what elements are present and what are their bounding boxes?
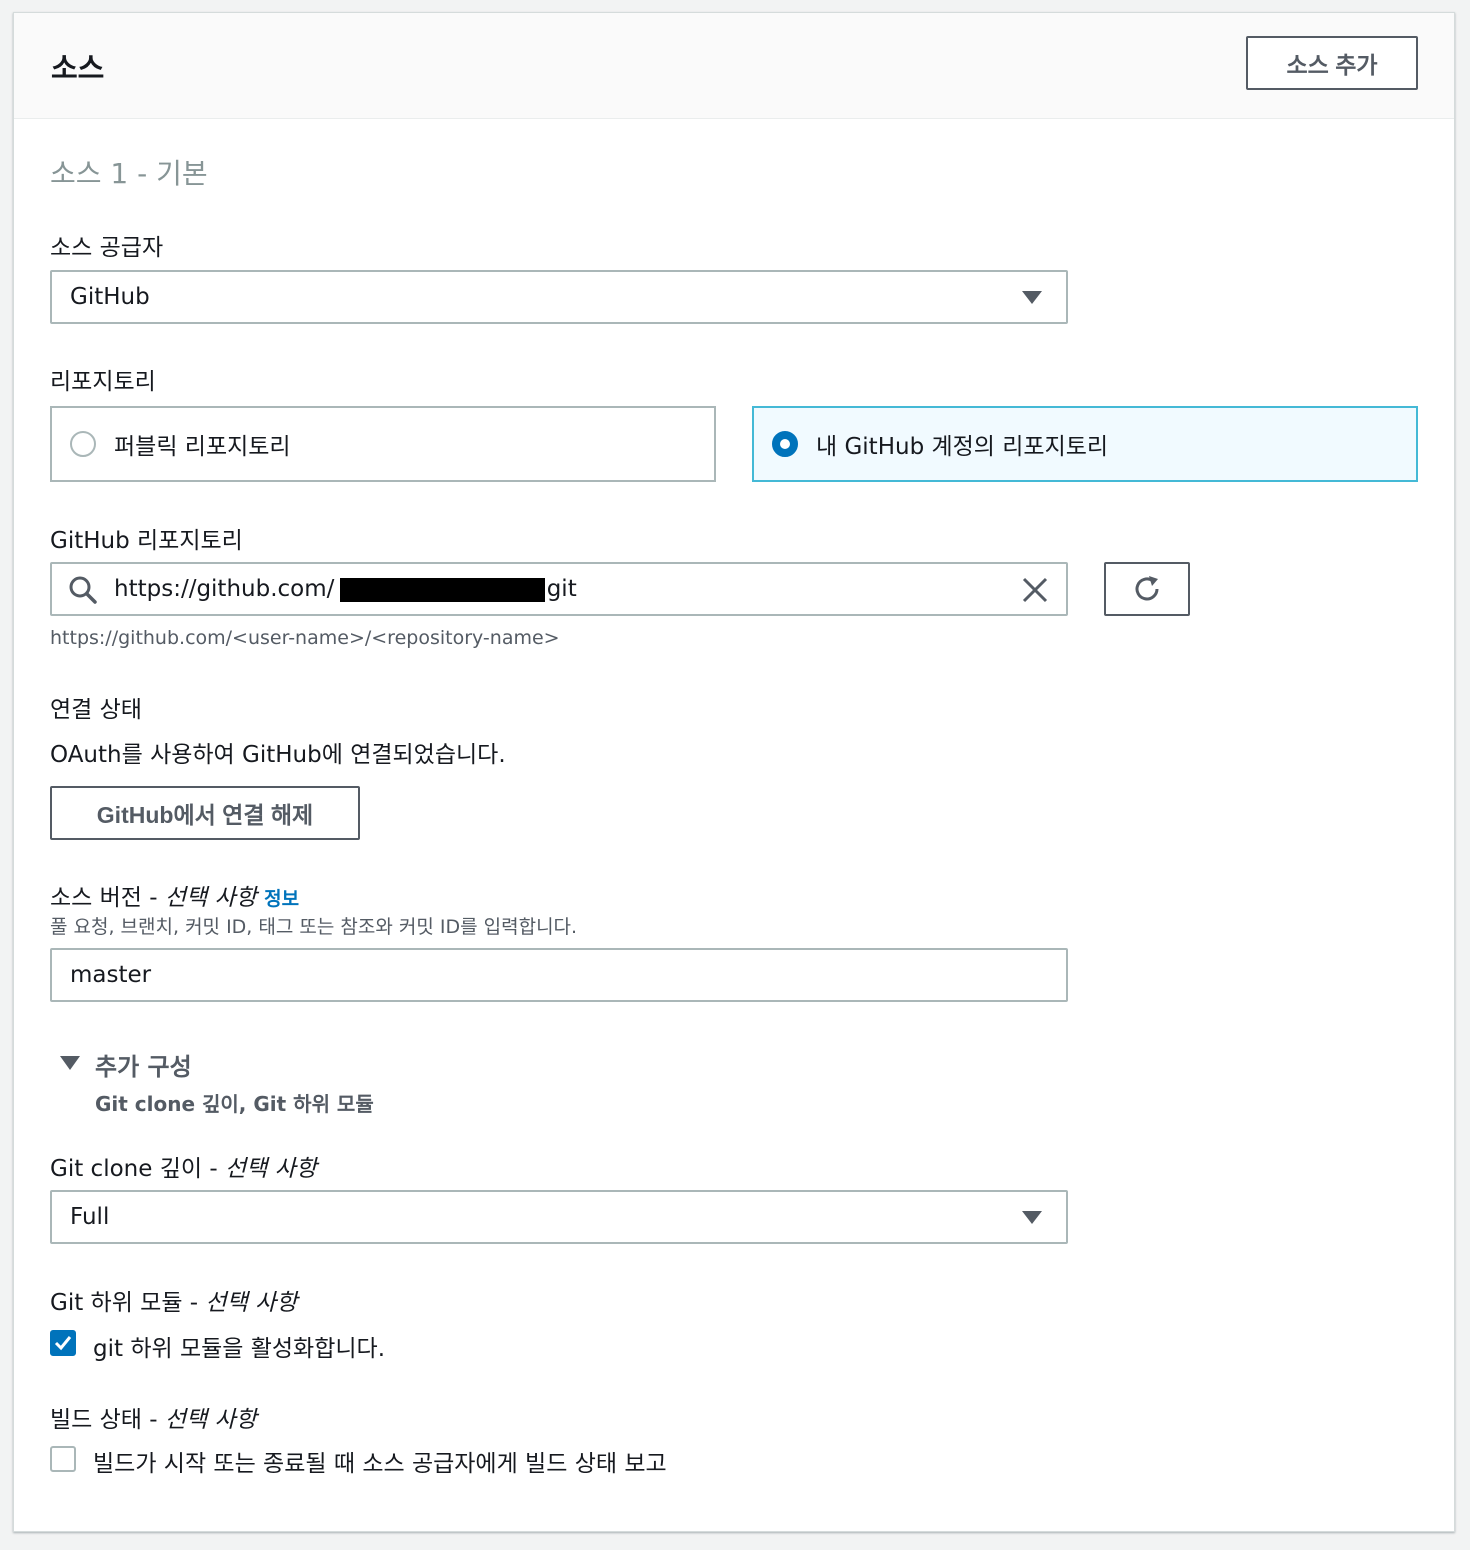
build-status-checkbox-label: 빌드가 시작 또는 종료될 때 소스 공급자에게 빌드 상태 보고 <box>93 1451 667 1477</box>
clone-depth-label-text: Git clone 깊이 - <box>50 1156 225 1182</box>
repo-option-my-github[interactable]: 내 GitHub 계정의 리포지토리 <box>752 406 1418 482</box>
panel-title: 소스 <box>51 51 105 85</box>
redacted-username <box>340 578 545 602</box>
info-link[interactable]: 정보 <box>264 888 299 910</box>
refresh-button[interactable] <box>1104 562 1190 616</box>
disconnect-github-button[interactable]: GitHub에서 연결 해제 <box>50 786 360 840</box>
submodules-label-text: Git 하위 모듈 - <box>50 1290 206 1316</box>
source-version-input[interactable]: master <box>50 948 1068 1002</box>
repository-label: 리포지토리 <box>50 369 156 395</box>
optional-text: 선택 사항 <box>205 1290 298 1316</box>
provider-value: GitHub <box>70 284 150 310</box>
github-repo-input[interactable]: https://github.com/.git <box>50 562 1068 616</box>
clear-icon[interactable] <box>1020 575 1050 605</box>
build-status-label-text: 빌드 상태 - <box>50 1407 165 1433</box>
submodules-label: Git 하위 모듈 - 선택 사항 <box>50 1283 297 1317</box>
radio-unselected[interactable] <box>70 431 96 457</box>
panel-header: 소스 <box>14 13 1454 119</box>
source-subtitle: 소스 1 - 기본 <box>50 157 208 190</box>
search-icon <box>69 576 97 604</box>
clone-depth-value: Full <box>70 1204 110 1230</box>
repo-url-prefix: https://github.com/ <box>114 576 335 602</box>
checkmark-icon <box>54 1336 72 1351</box>
build-status-label: 빌드 상태 - 선택 사항 <box>50 1400 257 1434</box>
optional-text: 선택 사항 <box>164 885 257 911</box>
connection-label: 연결 상태 <box>50 697 142 723</box>
github-repo-label: GitHub 리포지토리 <box>50 528 243 554</box>
caret-down-icon <box>1022 291 1042 304</box>
source-version-hint: 풀 요청, 브랜치, 커밋 ID, 태그 또는 참조와 커밋 ID를 입력합니다… <box>50 916 578 938</box>
clone-depth-label: Git clone 깊이 - 선택 사항 <box>50 1149 317 1183</box>
build-status-checkbox[interactable] <box>50 1446 76 1472</box>
repo-option-public[interactable]: 퍼블릭 리포지토리 <box>50 406 716 482</box>
submodules-checkbox[interactable] <box>50 1330 76 1356</box>
repo-option-label: 내 GitHub 계정의 리포지토리 <box>816 434 1109 460</box>
source-version-value: master <box>70 962 152 988</box>
add-source-button[interactable]: 소스 추가 <box>1246 36 1418 90</box>
additional-config-subtitle: Git clone 깊이, Git 하위 모듈 <box>95 1092 374 1116</box>
provider-label: 소스 공급자 <box>50 235 164 261</box>
source-version-label: 소스 버전 - 선택 사항 정보 <box>50 878 299 912</box>
connection-status-text: OAuth를 사용하여 GitHub에 연결되었습니다. <box>50 742 506 768</box>
additional-config-title[interactable]: 추가 구성 <box>95 1047 192 1082</box>
optional-text: 선택 사항 <box>164 1407 257 1433</box>
clone-depth-select[interactable]: Full <box>50 1190 1068 1244</box>
github-repo-hint: https://github.com/<user-name>/<reposito… <box>50 627 560 649</box>
repo-option-label: 퍼블릭 리포지토리 <box>114 434 291 460</box>
optional-text: 선택 사항 <box>224 1156 317 1182</box>
radio-selected[interactable] <box>772 431 798 457</box>
expand-caret-icon[interactable] <box>60 1056 80 1070</box>
submodules-checkbox-label: git 하위 모듈을 활성화합니다. <box>93 1336 386 1362</box>
caret-down-icon <box>1022 1211 1042 1224</box>
provider-select[interactable]: GitHub <box>50 270 1068 324</box>
refresh-icon <box>1135 576 1159 601</box>
source-version-label-text: 소스 버전 - <box>50 885 165 911</box>
